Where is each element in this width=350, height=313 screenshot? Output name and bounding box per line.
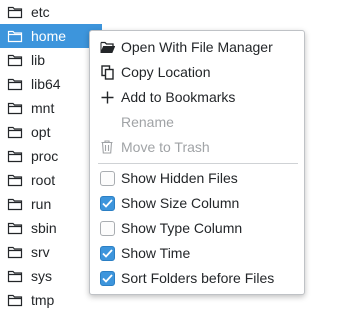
folder-icon bbox=[7, 101, 23, 115]
file-name: sbin bbox=[31, 220, 57, 236]
file-name: opt bbox=[31, 124, 51, 140]
trash-icon bbox=[99, 139, 115, 155]
file-row-etc[interactable]: etc bbox=[0, 0, 350, 24]
sort-folders-before-files-checkbox[interactable] bbox=[99, 270, 115, 286]
folder-icon bbox=[7, 269, 23, 283]
folder-icon bbox=[7, 5, 23, 19]
menu-item-label: Add to Bookmarks bbox=[121, 89, 236, 105]
show-type-column-checkbox[interactable] bbox=[99, 220, 115, 236]
file-name: tmp bbox=[31, 292, 55, 308]
menu-separator bbox=[98, 163, 298, 164]
copy-location-item[interactable]: Copy Location bbox=[90, 60, 304, 84]
file-name: srv bbox=[31, 244, 50, 260]
add-to-bookmarks-item[interactable]: Add to Bookmarks bbox=[90, 85, 304, 109]
menu-item-label: Rename bbox=[121, 114, 174, 130]
folder-icon bbox=[7, 125, 23, 139]
show-hidden-files-checkbox[interactable] bbox=[99, 170, 115, 186]
folder-icon bbox=[7, 245, 23, 259]
file-row-home[interactable]: home bbox=[0, 24, 102, 48]
file-name: run bbox=[31, 196, 52, 212]
show-time-item[interactable]: Show Time bbox=[90, 241, 304, 265]
menu-item-label: Show Time bbox=[121, 245, 191, 261]
open-with-file-manager-item[interactable]: Open With File Manager bbox=[90, 35, 304, 59]
menu-item-label: Show Type Column bbox=[121, 220, 243, 236]
folder-open-icon bbox=[99, 39, 115, 55]
show-time-checkbox[interactable] bbox=[99, 245, 115, 261]
rename-item[interactable]: Rename bbox=[90, 110, 304, 134]
show-size-column-checkbox[interactable] bbox=[99, 195, 115, 211]
menu-item-label: Show Size Column bbox=[121, 195, 240, 211]
sort-folders-before-files-item[interactable]: Sort Folders before Files bbox=[90, 266, 304, 290]
checkmark-icon bbox=[101, 198, 113, 208]
menu-item-label: Show Hidden Files bbox=[121, 170, 238, 186]
folder-icon bbox=[7, 29, 23, 43]
file-name: home bbox=[31, 28, 67, 44]
file-name: root bbox=[31, 172, 56, 188]
move-to-trash-item[interactable]: Move to Trash bbox=[90, 135, 304, 159]
folder-icon bbox=[7, 149, 23, 163]
file-name: sys bbox=[31, 268, 52, 284]
checkmark-icon bbox=[101, 248, 113, 258]
folder-icon bbox=[7, 53, 23, 67]
file-name: proc bbox=[31, 148, 59, 164]
folder-icon bbox=[7, 77, 23, 91]
menu-item-label: Copy Location bbox=[121, 64, 211, 80]
file-name: mnt bbox=[31, 100, 55, 116]
copy-icon bbox=[99, 64, 115, 80]
folder-icon bbox=[7, 197, 23, 211]
folder-icon bbox=[7, 221, 23, 235]
menu-item-label: Move to Trash bbox=[121, 139, 210, 155]
file-name: etc bbox=[31, 4, 50, 20]
context-menu: Open With File Manager Copy Location Add… bbox=[89, 30, 305, 295]
menu-item-label: Open With File Manager bbox=[121, 39, 273, 55]
menu-item-label: Sort Folders before Files bbox=[121, 270, 275, 286]
show-type-column-item[interactable]: Show Type Column bbox=[90, 216, 304, 240]
show-size-column-item[interactable]: Show Size Column bbox=[90, 191, 304, 215]
folder-icon bbox=[7, 173, 23, 187]
folder-icon bbox=[7, 293, 23, 307]
show-hidden-files-item[interactable]: Show Hidden Files bbox=[90, 166, 304, 190]
plus-icon bbox=[99, 89, 115, 105]
file-name: lib64 bbox=[31, 76, 61, 92]
file-name: lib bbox=[31, 52, 46, 68]
checkmark-icon bbox=[101, 273, 113, 283]
